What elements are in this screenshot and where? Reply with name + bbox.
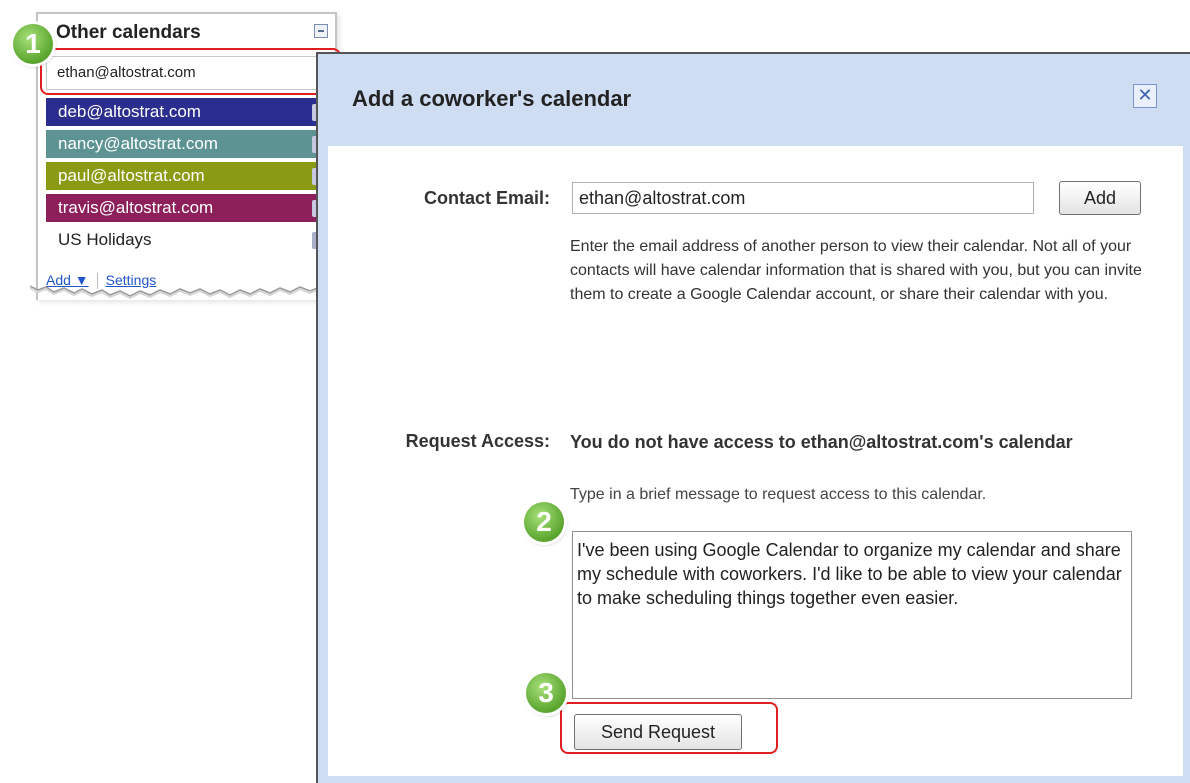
step-badge-3: 3	[526, 673, 566, 713]
access-request-hint: Type in a brief message to request acces…	[570, 486, 987, 503]
step-badge-1: 1	[13, 24, 53, 64]
calendar-item-paul[interactable]: paul@altostrat.com	[46, 162, 335, 190]
dialog-header: Add a coworker's calendar ✕	[318, 54, 1190, 146]
calendar-item-label: travis@altostrat.com	[58, 198, 214, 217]
contact-email-help: Enter the email address of another perso…	[570, 238, 1142, 303]
access-status-heading: You do not have access to ethan@altostra…	[570, 432, 1073, 452]
dialog-body: Contact Email: ethan@altostrat.com Add E…	[328, 146, 1183, 776]
torn-edge-decoration	[30, 285, 339, 300]
highlight-search-box	[40, 48, 341, 95]
step-badge-2: 2	[524, 502, 564, 542]
request-access-label: Request Access:	[405, 431, 550, 451]
add-button[interactable]: Add	[1059, 181, 1141, 215]
collapse-icon[interactable]	[314, 24, 328, 38]
calendar-item-label: paul@altostrat.com	[58, 166, 205, 185]
calendar-item-label: deb@altostrat.com	[58, 102, 201, 121]
calendar-item-label: nancy@altostrat.com	[58, 134, 218, 153]
calendar-item-deb[interactable]: deb@altostrat.com	[46, 98, 335, 126]
access-request-message[interactable]: I've been using Google Calendar to organ…	[572, 531, 1132, 699]
close-icon[interactable]: ✕	[1133, 84, 1157, 108]
add-coworker-dialog: Add a coworker's calendar ✕ Contact Emai…	[316, 52, 1190, 783]
contact-email-label: Contact Email:	[423, 188, 550, 208]
other-calendars-title: Other calendars	[56, 22, 201, 43]
calendar-list: deb@altostrat.com nancy@altostrat.com pa…	[46, 98, 335, 258]
calendar-item-label: US Holidays	[58, 230, 152, 249]
calendar-item-us-holidays[interactable]: US Holidays	[46, 226, 335, 254]
calendar-item-travis[interactable]: travis@altostrat.com	[46, 194, 335, 222]
calendar-item-nancy[interactable]: nancy@altostrat.com	[46, 130, 335, 158]
dialog-title: Add a coworker's calendar	[352, 86, 632, 111]
highlight-send-request	[560, 702, 778, 754]
contact-email-input[interactable]: ethan@altostrat.com	[572, 182, 1034, 214]
